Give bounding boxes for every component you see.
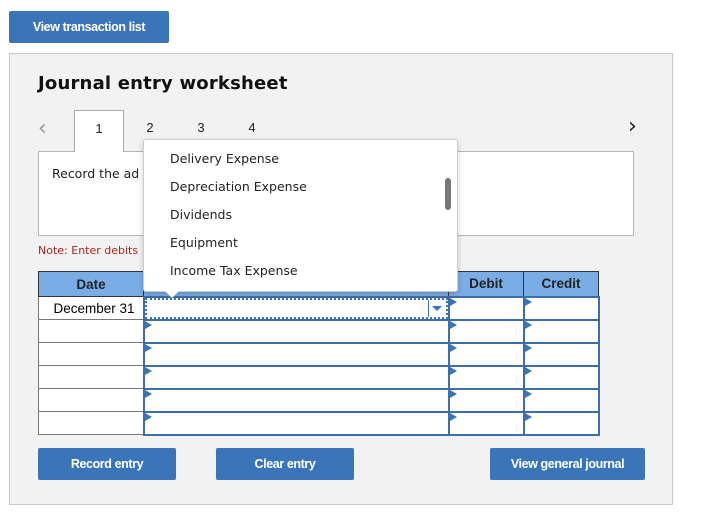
input-marker-icon [449, 412, 457, 421]
menu-item-equipment[interactable]: Equipment [144, 228, 457, 256]
table-row [38, 387, 600, 413]
input-marker-icon [524, 366, 532, 375]
chevron-down-icon[interactable] [427, 299, 446, 317]
account-select[interactable] [142, 341, 450, 367]
account-dropdown-menu: Delivery Expense Depreciation Expense Di… [143, 139, 458, 292]
menu-item-delivery-expense[interactable]: Delivery Expense [144, 144, 457, 172]
input-marker-icon [449, 297, 457, 306]
credit-input[interactable] [522, 387, 600, 413]
chevron-left-icon[interactable]: ‹ [38, 116, 47, 141]
menu-scrollbar[interactable] [445, 178, 451, 210]
table-row [38, 364, 600, 390]
worksheet-title: Journal entry worksheet [38, 73, 288, 94]
table-row [38, 341, 600, 367]
clear-entry-button[interactable]: Clear entry [216, 448, 354, 480]
debit-input[interactable] [447, 318, 525, 344]
date-cell: December 31 [38, 296, 144, 320]
debit-input[interactable] [447, 341, 525, 367]
view-transaction-list-button[interactable]: View transaction list [9, 11, 169, 43]
record-entry-button[interactable]: Record entry [38, 448, 176, 480]
date-cell [38, 411, 144, 435]
input-marker-icon [524, 320, 532, 329]
input-marker-icon [144, 320, 152, 329]
debit-input[interactable] [447, 364, 525, 390]
note-text: Note: Enter debits [38, 244, 139, 257]
header-debit: Debit [448, 271, 524, 297]
instruction-text: Record the ad [52, 166, 140, 181]
table-row [38, 410, 600, 436]
header-credit: Credit [523, 271, 599, 297]
input-marker-icon [524, 343, 532, 352]
credit-input[interactable] [522, 364, 600, 390]
credit-input[interactable] [522, 410, 600, 436]
date-cell [38, 365, 144, 389]
debit-input[interactable] [447, 295, 525, 321]
account-select[interactable] [142, 410, 450, 436]
tab-1[interactable]: 1 [74, 110, 124, 152]
credit-input[interactable] [522, 318, 600, 344]
journal-table: Date Debit Credit December 31 [38, 271, 600, 436]
input-marker-icon [524, 389, 532, 398]
credit-input[interactable] [522, 341, 600, 367]
account-select[interactable] [142, 387, 450, 413]
menu-item-income-tax-expense[interactable]: Income Tax Expense [144, 256, 457, 284]
date-cell [38, 388, 144, 412]
table-row: December 31 [38, 295, 600, 321]
debit-input[interactable] [447, 387, 525, 413]
input-marker-icon [144, 412, 152, 421]
input-marker-icon [449, 320, 457, 329]
input-marker-icon [524, 297, 532, 306]
debit-input[interactable] [447, 410, 525, 436]
date-cell [38, 319, 144, 343]
header-date: Date [38, 271, 144, 297]
account-select[interactable] [142, 364, 450, 390]
input-marker-icon [144, 389, 152, 398]
chevron-right-icon[interactable]: › [628, 114, 637, 139]
account-select[interactable] [142, 318, 450, 344]
input-marker-icon [449, 389, 457, 398]
input-marker-icon [524, 412, 532, 421]
input-marker-icon [144, 366, 152, 375]
menu-item-dividends[interactable]: Dividends [144, 200, 457, 228]
table-row [38, 318, 600, 344]
account-select[interactable] [142, 295, 450, 321]
menu-pointer [165, 291, 179, 298]
menu-item-depreciation-expense[interactable]: Depreciation Expense [144, 172, 457, 200]
view-general-journal-button[interactable]: View general journal [490, 448, 645, 480]
credit-input[interactable] [522, 295, 600, 321]
input-marker-icon [449, 343, 457, 352]
input-marker-icon [144, 343, 152, 352]
input-marker-icon [449, 366, 457, 375]
date-cell [38, 342, 144, 366]
